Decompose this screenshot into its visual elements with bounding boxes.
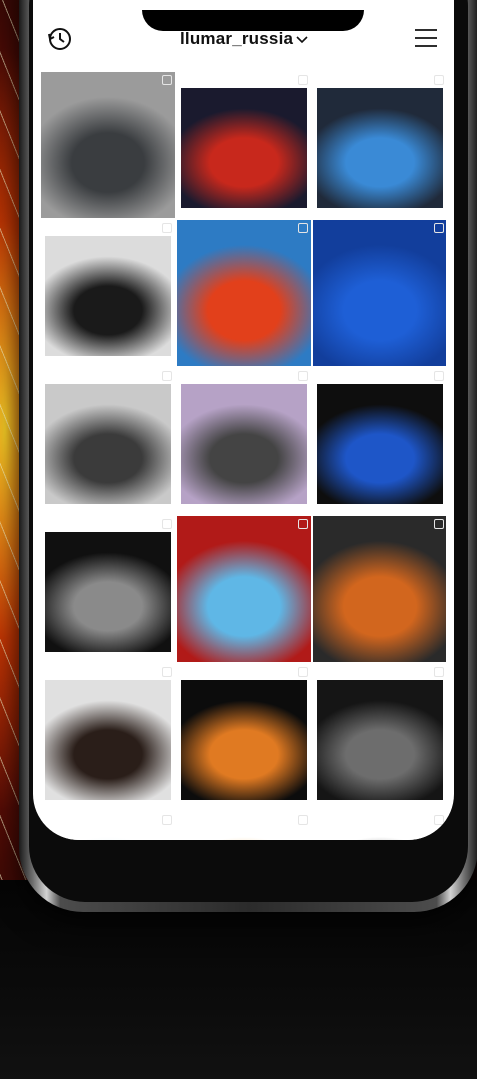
- phone-frame: llumar_russia: [19, 0, 477, 912]
- post-thumbnail: [317, 88, 443, 208]
- post-red-car-rear-light[interactable]: [177, 72, 311, 218]
- post-blue-cloth-red-car[interactable]: [177, 516, 311, 662]
- multi-post-icon: [162, 75, 172, 85]
- post-thumbnail: [313, 220, 446, 366]
- multi-post-icon: [162, 371, 172, 381]
- phone-screen: llumar_russia: [33, 0, 454, 840]
- post-thumbnail: [45, 680, 171, 800]
- post-thumbnail: [41, 72, 175, 218]
- post-range-rover[interactable]: [41, 664, 175, 810]
- post-thumbnail: [317, 680, 443, 800]
- post-thumbnail: [181, 680, 307, 800]
- post-grey-suv-showroom[interactable]: [41, 72, 175, 218]
- post-thumbnail: [45, 384, 171, 504]
- post-orange-audi-q3[interactable]: [313, 516, 446, 662]
- multi-post-icon: [434, 75, 444, 85]
- post-thumbnail: [317, 384, 443, 504]
- chevron-down-icon: [296, 35, 308, 43]
- menu-icon[interactable]: [415, 28, 437, 48]
- post-film-boxes[interactable]: [177, 220, 311, 366]
- post-g-class-headlight[interactable]: [41, 516, 175, 662]
- multi-post-icon: [434, 815, 444, 825]
- multi-post-icon: [434, 519, 444, 529]
- multi-post-icon: [298, 371, 308, 381]
- post-thumbnail: [41, 812, 175, 840]
- post-partial-1[interactable]: [41, 812, 175, 840]
- post-blue-mini-taillight[interactable]: [313, 220, 446, 366]
- profile-header: llumar_russia: [41, 20, 446, 62]
- multi-post-icon: [434, 223, 444, 233]
- multi-post-icon: [162, 815, 172, 825]
- multi-post-icon: [434, 667, 444, 677]
- multi-post-icon: [298, 667, 308, 677]
- post-thumbnail: [45, 236, 171, 356]
- post-thumbnail: [177, 812, 311, 840]
- post-black-g-class[interactable]: [41, 220, 175, 366]
- post-thumbnail: [181, 88, 307, 208]
- post-thumbnail: [177, 220, 311, 366]
- post-film-application[interactable]: [177, 368, 311, 514]
- multi-post-icon: [162, 667, 172, 677]
- history-icon[interactable]: [47, 26, 73, 52]
- post-thumbnail: [181, 384, 307, 504]
- post-grey-car-studio[interactable]: [41, 368, 175, 514]
- post-blue-car-polishing[interactable]: [313, 72, 446, 218]
- post-g-class-light-tunnel[interactable]: [313, 664, 446, 810]
- multi-post-icon: [162, 519, 172, 529]
- post-partial-3[interactable]: [313, 812, 446, 840]
- phone-bezel: llumar_russia: [29, 0, 468, 902]
- post-grid: [41, 72, 446, 840]
- post-partial-2[interactable]: [177, 812, 311, 840]
- post-thumbnail: [313, 812, 446, 840]
- multi-post-icon: [298, 519, 308, 529]
- post-thumbnail: [177, 516, 311, 662]
- post-thumbnail: [45, 532, 171, 652]
- multi-post-icon: [162, 223, 172, 233]
- account-switcher[interactable]: llumar_russia: [180, 29, 308, 49]
- multi-post-icon: [298, 75, 308, 85]
- post-blue-mini-tunnel[interactable]: [313, 368, 446, 514]
- post-thumbnail: [313, 516, 446, 662]
- multi-post-icon: [434, 371, 444, 381]
- username-label: llumar_russia: [180, 29, 294, 48]
- multi-post-icon: [298, 223, 308, 233]
- post-orange-cars-tunnel[interactable]: [177, 664, 311, 810]
- multi-post-icon: [298, 815, 308, 825]
